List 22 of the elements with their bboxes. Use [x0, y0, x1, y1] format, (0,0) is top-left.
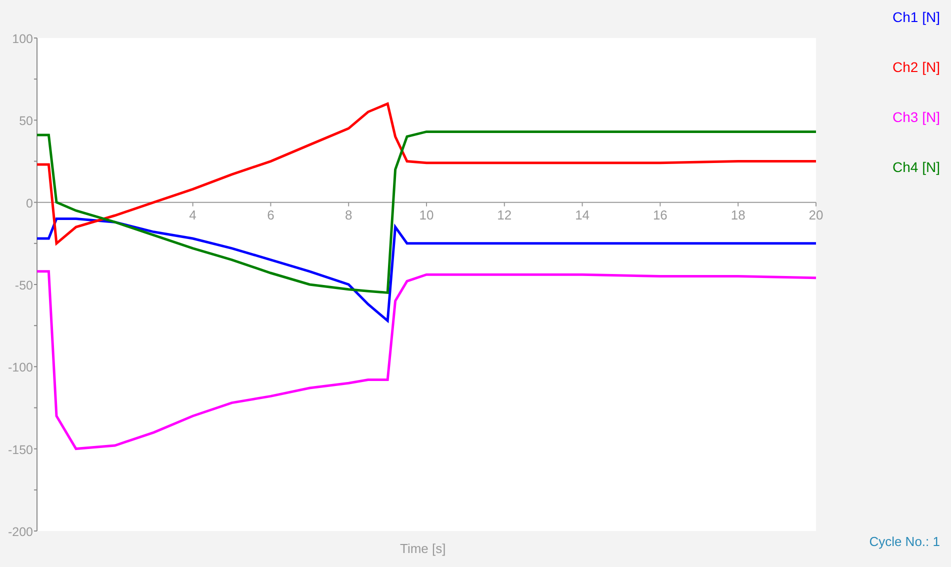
legend-item: Ch4 [N] [892, 158, 940, 177]
x-tick-label: 20 [808, 207, 824, 222]
x-tick-label: 18 [730, 207, 746, 222]
y-tick-label: 50 [19, 114, 33, 128]
x-tick-label: 16 [652, 207, 668, 222]
legend-item: Ch2 [N] [892, 58, 940, 77]
x-tick-label: 4 [189, 207, 196, 222]
x-tick-label: 14 [575, 207, 590, 222]
x-tick-label: 6 [267, 207, 274, 222]
y-tick-label: -100 [8, 360, 33, 375]
legend-item: Ch3 [N] [892, 108, 940, 127]
y-tick-label: -50 [14, 278, 33, 292]
legend-item: Ch1 [N] [892, 8, 940, 27]
x-tick-label: 8 [344, 207, 352, 222]
x-tick-label: 12 [497, 207, 512, 222]
x-tick-label: 10 [419, 207, 434, 222]
cycle-number: Cycle No.: 1 [869, 534, 940, 549]
y-tick-label: 100 [12, 32, 33, 46]
x-axis-title: Time [s] [400, 541, 446, 556]
y-tick-label: 0 [26, 196, 33, 210]
y-tick-label: -200 [8, 525, 33, 539]
y-tick-label: -150 [8, 442, 33, 457]
